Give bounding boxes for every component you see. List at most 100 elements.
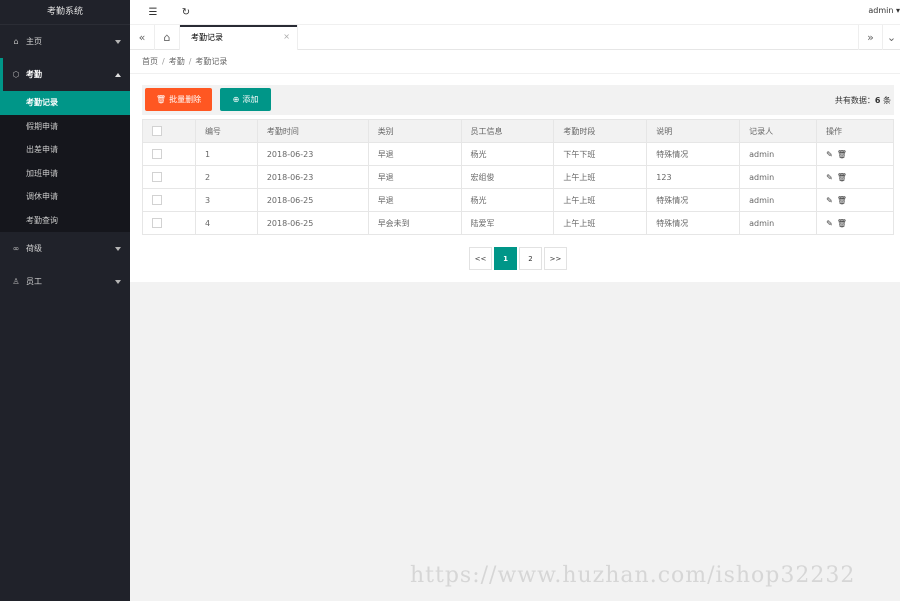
table-cell: admin — [739, 188, 818, 212]
table-cell: 上午上班 — [553, 188, 648, 212]
chevron-down-icon — [115, 279, 121, 284]
batch-delete-button[interactable]: 🗑 批量删除 — [145, 88, 212, 111]
edit-icon[interactable]: ✎ — [826, 219, 833, 228]
sidebar-subitem-business-trip[interactable]: 出差申请 — [0, 138, 130, 162]
column-header[interactable]: 编号 — [194, 119, 258, 143]
breadcrumb: 首页 / 考勤 / 考勤记录 — [142, 57, 228, 66]
refresh-icon[interactable]: ↻ — [179, 5, 193, 19]
table-cell: 3 — [194, 188, 258, 212]
tabs-scroll-right-icon[interactable]: » — [858, 25, 883, 50]
table-cell: admin — [739, 165, 818, 189]
sidebar-subitem-attendance-records[interactable]: 考勤记录 — [0, 91, 130, 115]
total-unit: 条 — [883, 96, 891, 105]
sidebar-item-label: 主页 — [26, 37, 42, 46]
table-cell: 早退 — [367, 142, 462, 166]
row-checkbox[interactable] — [152, 195, 162, 205]
close-icon[interactable]: × — [283, 32, 290, 41]
table-cell: 特殊情况 — [646, 211, 741, 235]
row-checkbox[interactable] — [152, 218, 162, 228]
edit-icon[interactable]: ✎ — [826, 196, 833, 205]
sidebar-subitem-attendance-query[interactable]: 考勤查询 — [0, 209, 130, 233]
row-checkbox[interactable] — [152, 172, 162, 182]
column-header[interactable]: 类别 — [367, 119, 462, 143]
table-cell: 上午上班 — [553, 165, 648, 189]
pagination-page-1[interactable]: 1 — [494, 247, 517, 270]
table-cell: 2018-06-23 — [256, 165, 369, 189]
user-icon: ♙ — [12, 277, 20, 286]
attendance-table: 编号 考勤时间 类别 员工信息 考勤时段 说明 记录人 操作 1 2018-06… — [142, 119, 894, 235]
column-header[interactable]: 员工信息 — [460, 119, 555, 143]
chevron-up-icon — [115, 72, 121, 77]
table-cell: 陆爱军 — [460, 211, 555, 235]
column-header[interactable]: 考勤时间 — [256, 119, 369, 143]
pagination-prev[interactable]: << — [469, 247, 492, 270]
sidebar-subitem-shift-off[interactable]: 调休申请 — [0, 185, 130, 209]
sidebar-item-level[interactable]: ∞ 荷级 — [0, 232, 130, 265]
sidebar-item-attendance[interactable]: ⬡ 考勤 — [0, 58, 130, 91]
home-icon: ⌂ — [13, 37, 19, 46]
row-actions: ✎ 🗑 — [816, 211, 894, 235]
table-cell: 2018-06-23 — [256, 142, 369, 166]
add-label: 添加 — [242, 95, 259, 104]
table-cell: 2018-06-25 — [256, 188, 369, 212]
chevron-down-icon[interactable]: ⌄ — [882, 25, 900, 50]
breadcrumb-attendance[interactable]: 考勤 — [169, 57, 185, 66]
trash-icon: 🗑 — [155, 95, 167, 104]
table-cell: 123 — [646, 165, 741, 189]
column-header[interactable]: 记录人 — [739, 119, 818, 143]
edit-icon[interactable]: ✎ — [826, 150, 833, 159]
tabs-scroll-left-icon[interactable]: « — [130, 25, 155, 50]
table-cell: 下午下班 — [553, 142, 648, 166]
breadcrumb-current: 考勤记录 — [195, 57, 228, 66]
table-cell: 杨光 — [460, 188, 555, 212]
breadcrumb-home[interactable]: 首页 — [142, 57, 158, 66]
row-checkbox[interactable] — [152, 149, 162, 159]
tab-attendance-records[interactable]: 考勤记录 × — [180, 25, 298, 50]
divider — [130, 73, 900, 74]
add-button[interactable]: ⊕ 添加 — [220, 88, 271, 111]
batch-delete-label: 批量删除 — [169, 95, 202, 104]
chevron-down-icon — [115, 39, 121, 44]
sidebar-item-label: 荷级 — [26, 244, 42, 253]
sidebar-subitem-leave-request[interactable]: 假期申请 — [0, 115, 130, 139]
pagination-page-2[interactable]: 2 — [519, 247, 542, 270]
table-cell: 2 — [194, 165, 258, 189]
table-cell: 1 — [194, 142, 258, 166]
delete-icon[interactable]: 🗑 — [837, 196, 847, 205]
pagination-next[interactable]: >> — [544, 247, 567, 270]
column-header[interactable]: 说明 — [646, 119, 741, 143]
select-all-checkbox[interactable] — [152, 126, 162, 136]
sidebar-item-staff[interactable]: ♙ 员工 — [0, 265, 130, 298]
table-cell: 早会未到 — [367, 211, 462, 235]
column-header: 操作 — [816, 119, 894, 143]
table-header-row: 编号 考勤时间 类别 员工信息 考勤时段 说明 记录人 操作 — [142, 119, 894, 143]
app-title: 考勤系统 — [0, 0, 130, 25]
table-cell: 特殊情况 — [646, 188, 741, 212]
submenu-attendance: 考勤记录 假期申请 出差申请 加班申请 调休申请 考勤查询 — [0, 91, 130, 232]
delete-icon[interactable]: 🗑 — [837, 173, 847, 182]
column-header[interactable]: 考勤时段 — [553, 119, 648, 143]
user-menu[interactable]: admin ▾ — [868, 6, 900, 15]
sidebar-subitem-overtime[interactable]: 加班申请 — [0, 162, 130, 186]
sidebar-item-home[interactable]: ⌂ 主页 — [0, 25, 130, 58]
edit-icon[interactable]: ✎ — [826, 173, 833, 182]
row-select-cell — [142, 188, 196, 212]
total-count: 共有数据：6 条 — [835, 95, 891, 106]
table-cell: 2018-06-25 — [256, 211, 369, 235]
delete-icon[interactable]: 🗑 — [837, 219, 847, 228]
main-content: 首页 / 考勤 / 考勤记录 🗑 批量删除 ⊕ 添加 共有数据：6 条 编号 考… — [130, 50, 900, 601]
menu-toggle-icon[interactable]: ☰ — [146, 5, 160, 19]
watermark: https://www.huzhan.com/ishop32232 — [410, 563, 856, 588]
tab-bar: « ⌂ 考勤记录 × » ⌄ — [130, 25, 900, 50]
table-cell: 4 — [194, 211, 258, 235]
row-select-cell — [142, 142, 196, 166]
home-tab-icon[interactable]: ⌂ — [155, 25, 180, 50]
tab-label: 考勤记录 — [191, 33, 223, 42]
sidebar-item-label: 员工 — [26, 277, 42, 286]
row-select-cell — [142, 211, 196, 235]
pagination: << 1 2 >> — [469, 247, 569, 270]
delete-icon[interactable]: 🗑 — [837, 150, 847, 159]
add-circle-icon: ⊕ — [232, 95, 240, 104]
cube-icon: ⬡ — [12, 70, 20, 79]
sidebar: 考勤系统 ⌂ 主页 ⬡ 考勤 考勤记录 假期申请 出差申请 加班申请 调休申请 … — [0, 0, 130, 601]
